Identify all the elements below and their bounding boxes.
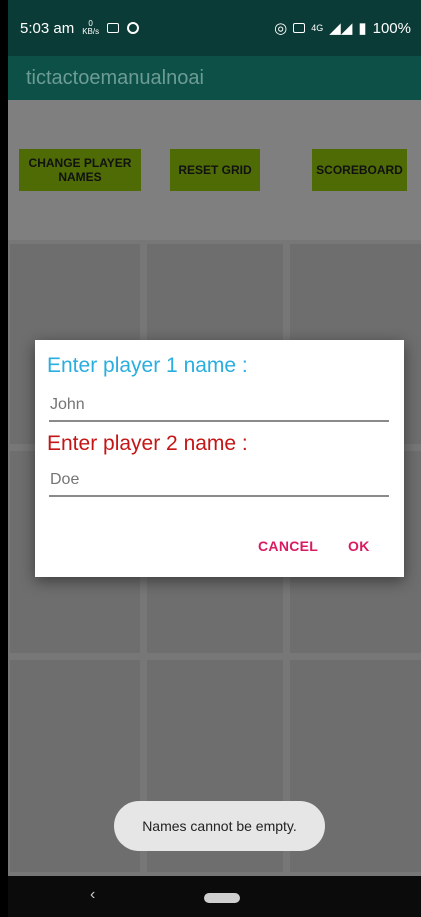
player1-label: Enter player 1 name : [47, 354, 248, 377]
app-title: tictactoemanualnoai [26, 66, 204, 89]
navigation-bar: ‹ [8, 876, 421, 917]
battery-icon: ▮ [358, 20, 367, 37]
signal-icon: ◢◢ [329, 20, 353, 37]
player-names-dialog: Enter player 1 name : Enter player 2 nam… [35, 340, 404, 577]
hotspot-icon: ◎ [274, 20, 288, 37]
net-speed-indicator: 0 KB/s [82, 20, 99, 36]
player2-name-input[interactable] [49, 467, 390, 493]
change-player-names-button[interactable]: CHANGE PLAYER NAMES [19, 149, 141, 191]
battery-percent: 100% [372, 19, 411, 37]
home-pill-icon[interactable] [204, 893, 240, 903]
back-icon[interactable]: ‹ [90, 886, 95, 904]
player1-name-input[interactable] [49, 392, 390, 418]
scoreboard-button[interactable]: SCOREBOARD [312, 149, 407, 191]
player1-field-container [49, 392, 390, 422]
status-time: 5:03 am [20, 19, 75, 37]
cancel-button[interactable]: CANCEL [258, 538, 318, 554]
ok-button[interactable]: OK [348, 538, 370, 554]
app-bar: tictactoemanualnoai [8, 56, 421, 100]
reset-grid-button[interactable]: RESET GRID [170, 149, 260, 191]
status-right: ◎ 4G ◢◢ ▮ 100% [274, 19, 411, 38]
volte-icon [293, 23, 306, 33]
player2-field-container [49, 467, 390, 497]
toast-message: Names cannot be empty. [114, 801, 325, 851]
status-left: 5:03 am 0 KB/s [20, 19, 140, 37]
vpn-shield-icon [127, 22, 140, 34]
sim-icon [107, 23, 120, 33]
player2-label: Enter player 2 name : [47, 432, 248, 455]
net-speed-unit: KB/s [82, 27, 100, 36]
status-bar: 5:03 am 0 KB/s ◎ 4G ◢◢ ▮ 100% [8, 0, 421, 56]
network-type: 4G [311, 23, 324, 33]
